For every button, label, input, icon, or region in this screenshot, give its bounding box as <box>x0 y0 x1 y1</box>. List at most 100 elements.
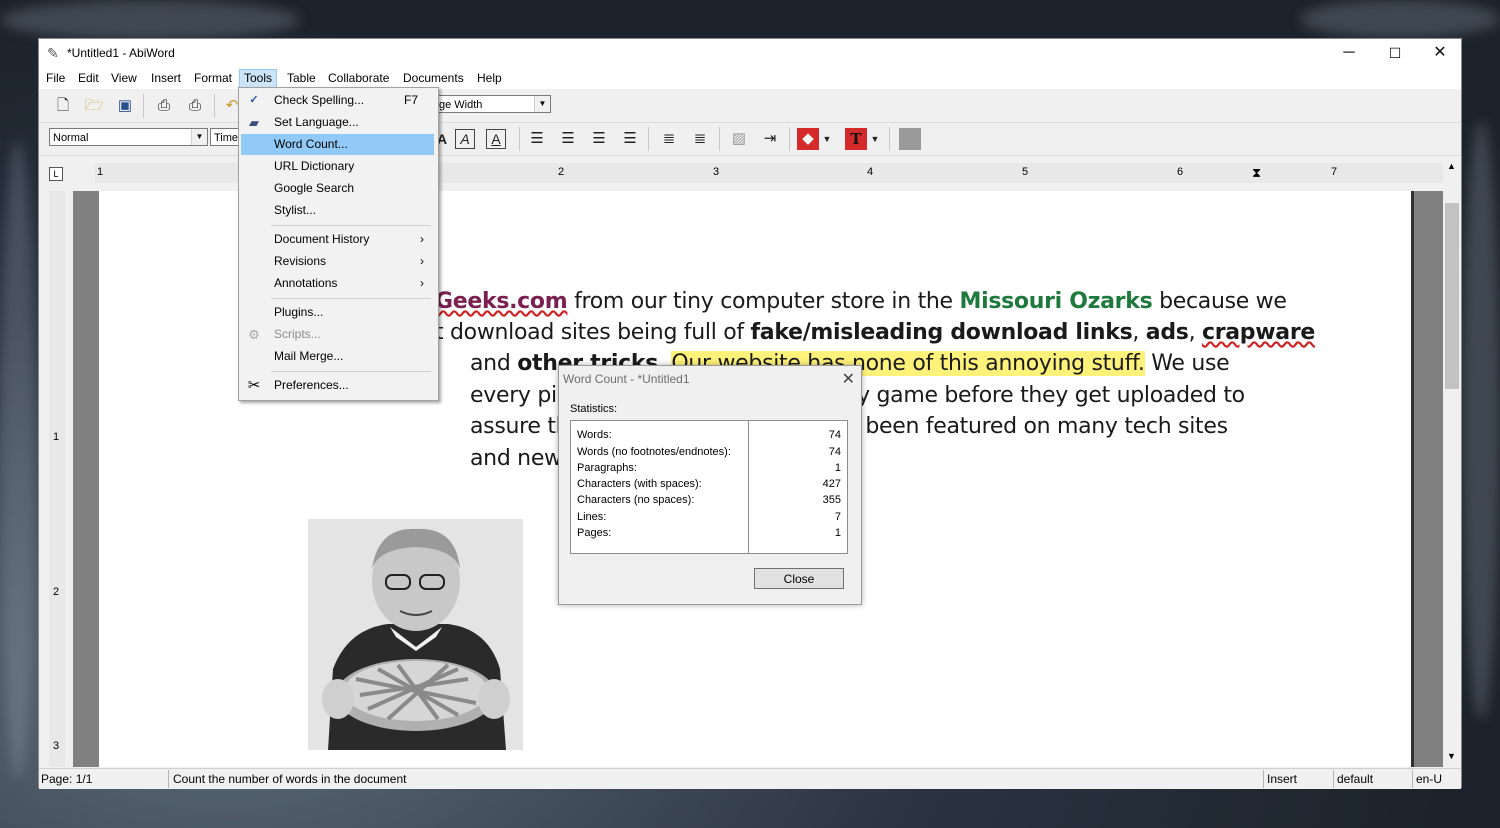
dialog-close-button[interactable]: Close <box>754 568 844 589</box>
desktop-background-4 <box>0 140 36 780</box>
menu-item-revisions[interactable]: Revisions › <box>241 251 434 272</box>
highlight-color-icon[interactable]: ◆ <box>797 128 819 150</box>
toolbar-separator <box>648 127 649 151</box>
chevron-down-icon: ▼ <box>534 96 550 112</box>
toolbar-separator <box>789 127 790 151</box>
toolbar-separator <box>143 94 144 118</box>
menu-item-url-dictionary[interactable]: URL Dictionary <box>241 156 434 177</box>
menu-view[interactable]: View <box>107 70 141 87</box>
italic-a-icon[interactable]: A <box>455 129 475 149</box>
menu-file[interactable]: File <box>42 70 69 87</box>
print-preview-icon[interactable]: ⎙ <box>183 95 207 117</box>
scroll-up-icon[interactable]: ▲ <box>1447 161 1456 171</box>
toolbar-separator <box>889 127 890 151</box>
ruler-number: 6 <box>1177 166 1184 178</box>
zoom-select[interactable]: ge Width ▼ <box>435 95 551 113</box>
status-style: default <box>1337 772 1374 786</box>
print-icon[interactable]: ⎙ <box>152 95 176 117</box>
chevron-down-icon[interactable]: ▼ <box>869 128 881 150</box>
stat-row: Words: 74 <box>577 429 841 441</box>
close-icon[interactable]: ✕ <box>842 369 855 389</box>
spellcheck-icon: ✓ <box>249 94 259 106</box>
bulleted-list-icon[interactable]: ≣ <box>688 128 712 150</box>
status-separator <box>168 770 169 788</box>
menu-separator <box>271 371 431 372</box>
desktop-background-3 <box>1462 120 1500 720</box>
ruler-number: 2 <box>53 586 60 598</box>
doc-line-2: t download sites being full of fake/misl… <box>435 320 1315 345</box>
align-left-icon[interactable]: ☰ <box>525 128 549 150</box>
page-margin-right <box>1411 191 1443 767</box>
status-separator <box>1333 770 1334 788</box>
new-document-icon[interactable]: 🗋 <box>51 95 75 117</box>
maximize-button[interactable]: ☐ <box>1372 39 1418 67</box>
menu-item-document-history[interactable]: Document History › <box>241 229 434 250</box>
doc-line-1: Geeks.com from our tiny computer store i… <box>435 289 1287 314</box>
right-indent-marker[interactable]: ⧗ <box>1252 165 1261 181</box>
decrease-indent-icon[interactable]: ▨ <box>727 128 751 150</box>
menu-tools[interactable]: Tools <box>239 69 278 88</box>
menu-insert[interactable]: Insert <box>147 70 185 87</box>
align-center-icon[interactable]: ☰ <box>556 128 580 150</box>
menu-item-mail-merge[interactable]: Mail Merge... <box>241 346 434 367</box>
stat-row: Characters (with spaces): 427 <box>577 478 841 490</box>
menu-documents[interactable]: Documents <box>399 70 468 87</box>
menu-item-check-spelling[interactable]: ✓ Check Spelling... F7 <box>241 90 434 111</box>
menu-item-word-count[interactable]: Word Count... <box>241 134 434 155</box>
grandma-pie-photo[interactable] <box>308 519 523 750</box>
vertical-ruler[interactable]: 1 2 3 <box>49 191 65 767</box>
text-color-icon[interactable]: T <box>845 128 867 150</box>
menu-table[interactable]: Table <box>283 70 320 87</box>
zoom-value: ge Width <box>439 99 483 111</box>
chevron-down-icon: ▼ <box>191 129 207 145</box>
menu-item-annotations[interactable]: Annotations › <box>241 273 434 294</box>
scroll-down-icon[interactable]: ▼ <box>1447 751 1456 761</box>
title-bar: ✎ *Untitled1 - AbiWord ─ ☐ ✕ <box>39 39 1461 67</box>
menu-item-scripts: ⚙ Scripts... <box>241 324 434 345</box>
window-title: *Untitled1 - AbiWord <box>67 46 175 60</box>
status-bar: Page: 1/1 Count the number of words in t… <box>39 768 1461 789</box>
scrollbar-thumb[interactable] <box>1445 203 1459 389</box>
language-book-icon: ▰ <box>249 115 259 130</box>
stat-row: Pages: 1 <box>577 527 841 539</box>
save-icon[interactable]: ▣ <box>113 95 137 117</box>
font-select[interactable]: Times <box>210 128 244 146</box>
word-count-dialog: Word Count - *Untitled1 ✕ Statistics: Wo… <box>558 365 862 605</box>
style-value: Normal <box>53 132 89 144</box>
menu-item-preferences[interactable]: ✂ Preferences... <box>241 375 434 396</box>
menu-item-stylist[interactable]: Stylist... <box>241 200 434 221</box>
stat-row: Lines: 7 <box>577 511 841 523</box>
menu-collaborate[interactable]: Collaborate <box>324 70 393 87</box>
menu-item-plugins[interactable]: Plugins... <box>241 302 434 323</box>
vertical-scrollbar[interactable]: ▲ ▼ <box>1443 159 1461 767</box>
menu-format[interactable]: Format <box>190 70 236 87</box>
open-folder-icon[interactable]: 🗁 <box>82 95 106 117</box>
menu-item-set-language[interactable]: ▰ Set Language... <box>241 112 434 133</box>
menu-help[interactable]: Help <box>473 70 506 87</box>
statistics-heading: Statistics: <box>570 403 618 415</box>
close-button[interactable]: ✕ <box>1417 39 1463 67</box>
align-justify-icon[interactable]: ☰ <box>618 128 642 150</box>
stat-row: Characters (no spaces): 355 <box>577 494 841 506</box>
tab-stop-selector[interactable]: L <box>49 167 63 181</box>
menu-separator <box>271 225 431 226</box>
color-swatch-icon[interactable] <box>899 128 921 150</box>
tools-menu: ✓ Check Spelling... F7 ▰ Set Language...… <box>238 87 439 401</box>
minimize-button[interactable]: ─ <box>1326 39 1372 67</box>
underline-a-icon[interactable]: A <box>486 129 506 149</box>
desktop-background <box>0 0 300 40</box>
increase-indent-icon[interactable]: ⇥ <box>758 128 782 150</box>
menu-item-google-search[interactable]: Google Search <box>241 178 434 199</box>
statistics-table: Words: 74 Words (no footnotes/endnotes): 7… <box>570 420 848 554</box>
ruler-number: 3 <box>713 166 720 178</box>
ruler-number: 2 <box>558 166 565 178</box>
page-margin-left <box>73 191 99 767</box>
status-hint: Count the number of words in the documen… <box>173 772 407 786</box>
align-right-icon[interactable]: ☰ <box>587 128 611 150</box>
style-select[interactable]: Normal ▼ <box>49 128 208 146</box>
numbered-list-icon[interactable]: ≣ <box>657 128 681 150</box>
chevron-down-icon[interactable]: ▼ <box>821 128 833 150</box>
ruler-number: 1 <box>53 431 60 443</box>
menu-edit[interactable]: Edit <box>74 70 103 87</box>
status-separator <box>1263 770 1264 788</box>
